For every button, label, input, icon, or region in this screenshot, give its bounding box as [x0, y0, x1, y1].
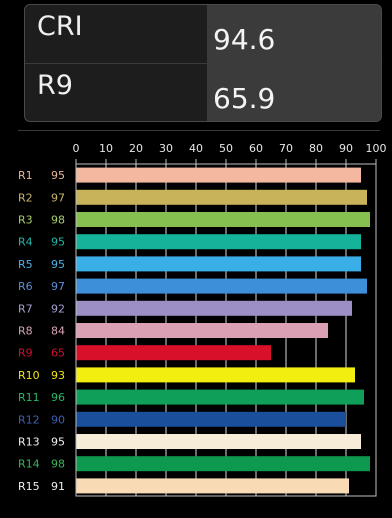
row-label: R7 — [18, 302, 33, 315]
row-value: 95 — [51, 169, 65, 182]
row-label: R5 — [18, 258, 33, 271]
row-value: 90 — [51, 413, 65, 426]
row-label: R2 — [18, 191, 33, 204]
bar-r9 — [76, 345, 271, 361]
bar-r15 — [76, 478, 349, 494]
bar-r3 — [76, 212, 370, 227]
x-tick-label: 60 — [249, 142, 263, 155]
x-tick-label: 40 — [189, 142, 203, 155]
bar-r7 — [76, 300, 352, 316]
row-value: 98 — [51, 458, 65, 471]
row-value: 92 — [51, 302, 65, 315]
row-value: 97 — [51, 280, 65, 293]
row-label: R10 — [18, 369, 40, 382]
row-value: 65 — [51, 347, 65, 360]
row-label: R15 — [18, 480, 40, 493]
x-tick-label: 30 — [159, 142, 173, 155]
row-label: R4 — [18, 236, 33, 249]
row-value: 93 — [51, 369, 65, 382]
row-label: R11 — [18, 391, 40, 404]
bar-r14 — [76, 456, 370, 472]
row-label: R13 — [18, 436, 40, 449]
bar-r12 — [76, 411, 346, 427]
row-label: R6 — [18, 280, 33, 293]
row-label: R1 — [18, 169, 33, 182]
row-label: R9 — [18, 347, 33, 360]
row-label: R3 — [18, 214, 33, 227]
color-rendering-bar-chart: 0 10 20 30 40 50 60 70 80 90 100 R1 95 R2 97 R3 98 R4 95 R5… — [18, 142, 387, 497]
row-value: 97 — [51, 191, 65, 204]
row-value: 95 — [51, 258, 65, 271]
row-label: R12 — [18, 413, 40, 426]
row-value: 98 — [51, 214, 65, 227]
bar-r5 — [76, 256, 361, 272]
x-tick-label: 100 — [366, 142, 387, 155]
bar-r6 — [76, 278, 367, 294]
bar-r8 — [76, 323, 328, 338]
row-label: R8 — [18, 325, 33, 338]
x-tick-label: 50 — [219, 142, 233, 155]
x-tick-label: 0 — [73, 142, 80, 155]
row-value: 84 — [51, 325, 65, 338]
bar-r4 — [76, 234, 361, 250]
row-value: 95 — [51, 436, 65, 449]
bar-r10 — [76, 367, 355, 383]
x-tick-label: 20 — [129, 142, 143, 155]
x-tick-label: 90 — [339, 142, 353, 155]
x-tick-label: 70 — [279, 142, 293, 155]
x-tick-label: 80 — [309, 142, 323, 155]
x-tick-label: 10 — [99, 142, 113, 155]
row-value: 95 — [51, 236, 65, 249]
bar-r11 — [76, 389, 364, 405]
row-value: 91 — [51, 480, 65, 493]
row-label: R14 — [18, 458, 40, 471]
row-value: 96 — [51, 391, 65, 404]
bar-r1 — [76, 167, 361, 183]
bar-r13 — [76, 434, 361, 449]
bar-r2 — [76, 189, 367, 205]
